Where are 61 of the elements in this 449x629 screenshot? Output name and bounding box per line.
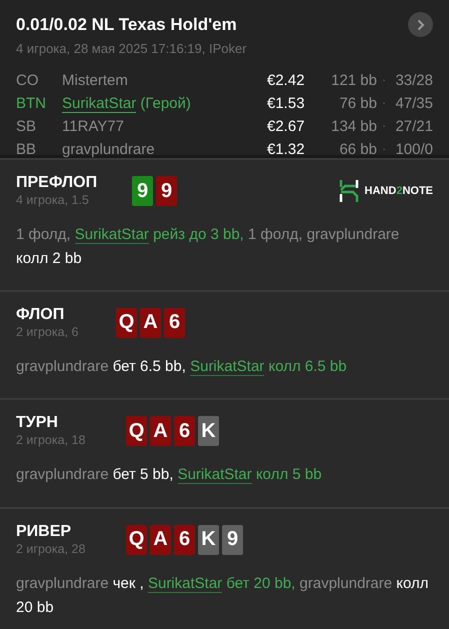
- playing-card: 9: [132, 176, 153, 206]
- playing-card: K: [198, 416, 219, 446]
- chevron-right-icon: [416, 18, 424, 30]
- separator-dot: ·: [381, 74, 387, 88]
- playing-card: 9: [156, 176, 177, 206]
- playing-card: 6: [164, 308, 185, 338]
- action-line: gravplundrare бет 6.5 bb, SurikatStar колл 6.5 bb: [16, 356, 348, 378]
- street-name: ПРЕФЛОП: [16, 174, 98, 192]
- position-label: SB: [16, 117, 38, 137]
- street-info: 2 игрока, 6: [16, 324, 80, 339]
- stack-bb: 134 bb: [330, 117, 377, 137]
- position-label: BTN: [16, 94, 47, 114]
- position-label: BB: [16, 140, 38, 160]
- separator-dot: ·: [381, 97, 387, 111]
- hero-label: (Герой): [140, 95, 191, 112]
- action-line: 1 фолд, SurikatStar рейз до 3 bb, 1 фолд, gravplundrare колл 2 bb: [16, 225, 400, 269]
- playing-card: Q: [126, 524, 147, 555]
- player-stats: 47/35: [394, 94, 433, 114]
- player-link[interactable]: SurikatStar: [178, 466, 252, 484]
- player-name: gravplundrare: [62, 141, 155, 158]
- stack-amount: €1.53: [267, 94, 306, 114]
- player-name: Mistertem: [62, 72, 128, 89]
- playing-card: 9: [222, 524, 243, 555]
- player-stats: 27/21: [394, 117, 433, 137]
- game-title: 0.01/0.02 NL Texas Hold'em: [16, 14, 237, 34]
- playing-card: 6: [174, 524, 195, 555]
- street-name: ТУРН: [16, 414, 59, 432]
- stack-bb: 66 bb: [338, 140, 377, 160]
- stack-amount: €2.67: [267, 117, 306, 137]
- stack-bb: 76 bb: [338, 94, 377, 114]
- logo-icon: [338, 180, 359, 202]
- playing-card: A: [150, 416, 171, 446]
- player-stats: 100/0: [394, 140, 433, 160]
- street-name: РИВЕР: [16, 522, 72, 541]
- hand-subtitle: 4 игрока, 28 мая 2025 17:16:19, IPoker: [16, 41, 248, 56]
- next-button[interactable]: [408, 12, 433, 37]
- separator-dot: ·: [381, 143, 387, 157]
- player-link[interactable]: SurikatStar: [62, 95, 136, 113]
- street-info: 2 игрока, 28: [16, 542, 86, 556]
- action-line: gravplundrare чек , SurikatStar бет 20 bb, gravplundrare колл 20 bb: [16, 574, 430, 618]
- playing-card: Q: [126, 416, 147, 446]
- stack-amount: €1.32: [267, 140, 306, 160]
- stack-bb: 121 bb: [330, 71, 377, 91]
- playing-card: A: [150, 524, 171, 555]
- playing-card: Q: [116, 308, 137, 338]
- player-link[interactable]: SurikatStar: [148, 574, 222, 593]
- street-name: ФЛОП: [16, 306, 66, 324]
- stack-amount: €2.42: [267, 71, 306, 91]
- playing-card: A: [140, 308, 161, 338]
- player-stats: 33/28: [394, 71, 433, 91]
- action-line: gravplundrare бет 5 bb, SurikatStar колл 5 bb: [16, 465, 323, 486]
- playing-card: K: [198, 524, 219, 555]
- separator-dot: ·: [381, 120, 387, 134]
- playing-card: 6: [174, 416, 195, 446]
- player-link[interactable]: SurikatStar: [74, 226, 149, 244]
- position-label: CO: [16, 71, 40, 91]
- street-info: 4 игрока, 1.5: [16, 193, 90, 207]
- player-name: 11RAY77: [62, 118, 124, 135]
- logo-text: HAND2NOTE: [364, 185, 433, 197]
- street-info: 2 игрока, 18: [16, 433, 86, 448]
- player-link[interactable]: SurikatStar: [190, 358, 264, 376]
